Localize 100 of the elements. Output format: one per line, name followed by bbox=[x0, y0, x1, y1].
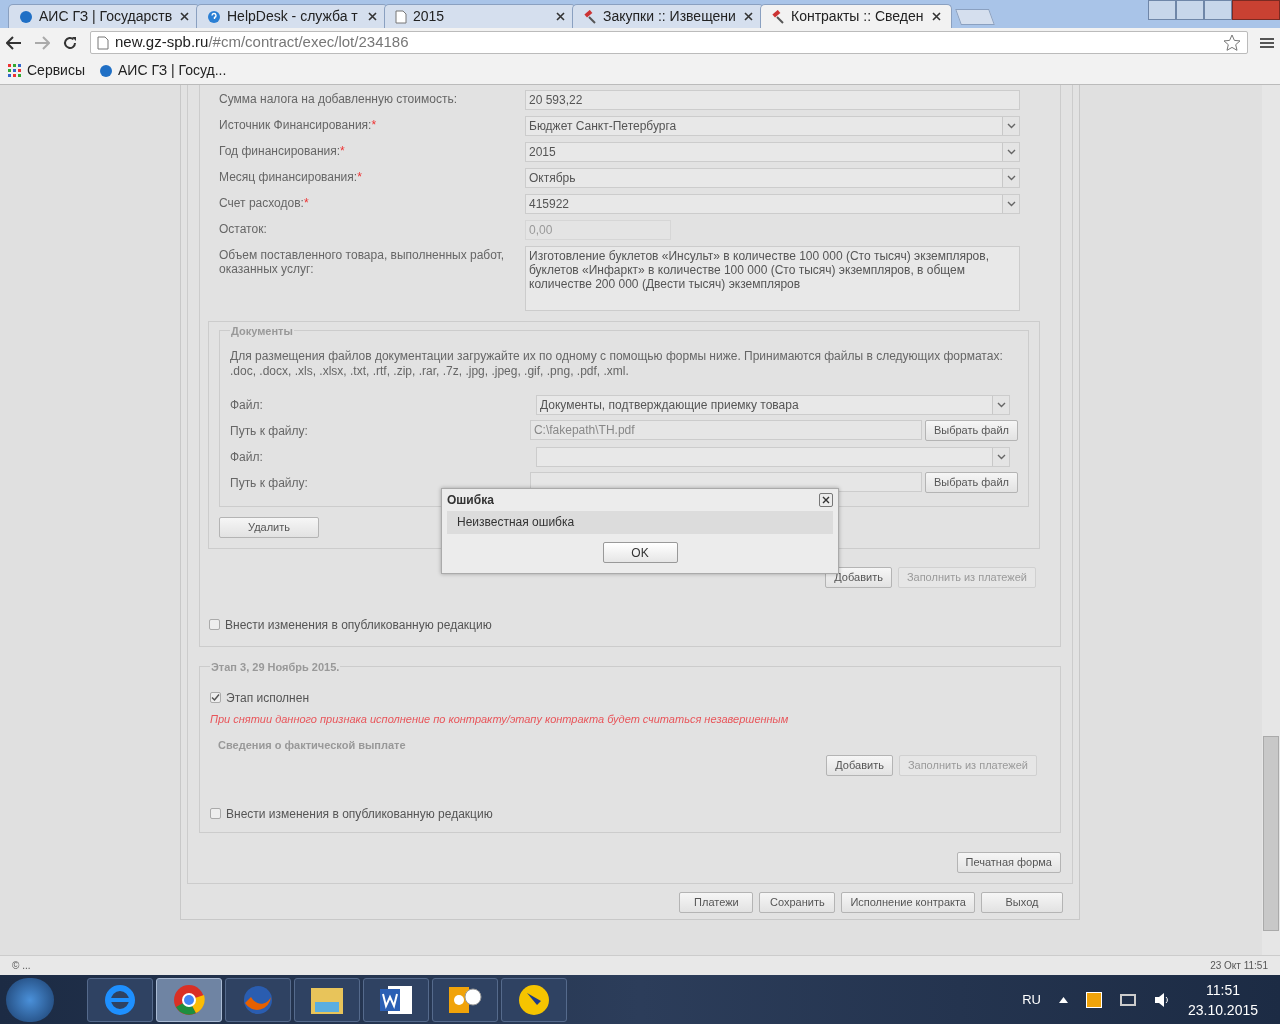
caret-icon bbox=[1006, 175, 1016, 181]
scrollbar[interactable] bbox=[1262, 85, 1280, 955]
close-button[interactable] bbox=[819, 493, 833, 507]
field-label: Счет расходов:* bbox=[219, 195, 310, 210]
checkbox-label: Внести изменения в опубликованную редакцию bbox=[225, 616, 492, 634]
field-label: Объем поставленного товара, выполненных работ, оказанных услуг: bbox=[219, 247, 506, 276]
language-indicator[interactable]: RU bbox=[1022, 989, 1041, 1010]
taskbar-app[interactable] bbox=[156, 977, 222, 1022]
tray-app-icon[interactable] bbox=[1085, 991, 1102, 1008]
form-button[interactable]: Исполнение контракта bbox=[841, 892, 975, 913]
checkbox-label: Внести изменения в опубликованную редакцию bbox=[226, 805, 493, 823]
select-field[interactable]: 415922 bbox=[525, 194, 1020, 214]
page-icon bbox=[97, 35, 109, 50]
dropdown-toggle[interactable] bbox=[1002, 169, 1019, 187]
tab-title: Контракты :: Сведен bbox=[791, 7, 925, 26]
caret-icon bbox=[996, 453, 1006, 460]
dialog-title: Ошибка bbox=[447, 492, 494, 509]
caret-icon bbox=[1006, 201, 1016, 207]
status-date: 23 Окт 11:51 bbox=[1210, 959, 1268, 973]
close-icon[interactable] bbox=[180, 12, 189, 21]
form-button[interactable]: Выбрать файл bbox=[924, 420, 1018, 441]
pen-icon bbox=[517, 982, 551, 1017]
text-field[interactable]: 20 593,22 bbox=[525, 90, 1020, 110]
field-label: Сумма налога на добавленную стоимость: bbox=[219, 91, 458, 106]
minimize-button[interactable] bbox=[1176, 0, 1204, 20]
clock-time: 11:51 bbox=[1205, 980, 1240, 1000]
tab-title: HelpDesk - служба т bbox=[227, 7, 359, 26]
browser-tab[interactable]: Контракты :: Сведен bbox=[760, 4, 952, 28]
checkbox[interactable] bbox=[210, 808, 221, 819]
dropdown-toggle[interactable] bbox=[992, 395, 1009, 414]
field-label: Путь к файлу: bbox=[230, 474, 309, 492]
gavel-icon bbox=[771, 9, 785, 24]
tab-title: 2015 bbox=[413, 7, 446, 26]
select-field[interactable]: Октябрь bbox=[525, 168, 1020, 188]
taskbar-app[interactable] bbox=[363, 977, 429, 1022]
field-label: Год финансирования:* bbox=[219, 143, 346, 158]
dropdown-toggle[interactable] bbox=[1002, 117, 1019, 135]
form-button[interactable]: Добавить bbox=[825, 566, 892, 588]
dropdown-toggle[interactable] bbox=[1002, 195, 1019, 213]
form-button[interactable]: Удалить bbox=[219, 516, 319, 538]
dialog-message: Неизвестная ошибка bbox=[447, 511, 833, 534]
page-icon bbox=[395, 9, 407, 24]
select-field[interactable]: 2015 bbox=[525, 142, 1020, 162]
sphere-icon bbox=[19, 9, 33, 24]
caret-icon bbox=[1006, 123, 1016, 129]
field-label: Месяц финансирования:* bbox=[219, 169, 363, 184]
field-label: Путь к файлу: bbox=[230, 422, 309, 440]
user-button[interactable] bbox=[1148, 0, 1176, 20]
select-field[interactable]: Бюджет Санкт-Петербурга bbox=[525, 116, 1020, 136]
taskbar-app[interactable] bbox=[432, 977, 498, 1022]
bookmark[interactable]: Сервисы bbox=[8, 60, 85, 81]
help-icon bbox=[207, 9, 221, 24]
gavel-icon bbox=[583, 9, 597, 24]
checkbox-label: Этап исполнен bbox=[226, 689, 310, 707]
address-bar[interactable]: new.gz-spb.ru/#cm/contract/exec/lot/234186 bbox=[90, 31, 1248, 54]
sphere-icon bbox=[99, 63, 113, 78]
maximize-button[interactable] bbox=[1204, 0, 1232, 20]
form-button[interactable]: Печатная форма bbox=[956, 852, 1061, 873]
warning-text: При снятии данного признака исполнение по контракту/этапу контракта будет считаться незавершенным bbox=[210, 711, 790, 727]
field-label: Остаток: bbox=[219, 221, 268, 236]
close-icon[interactable] bbox=[932, 12, 941, 21]
back-icon[interactable] bbox=[6, 35, 22, 50]
stage-legend: Этап 3, 29 Ноябрь 2015. bbox=[210, 659, 341, 676]
form-button[interactable]: Платежи bbox=[679, 892, 754, 913]
clock-date: 23.10.2015 bbox=[1187, 1000, 1258, 1020]
close-icon[interactable] bbox=[556, 12, 565, 21]
start-button[interactable] bbox=[6, 977, 54, 1022]
dropdown-toggle[interactable] bbox=[1002, 143, 1019, 161]
select-field[interactable]: Документы, подтверждающие приемку товара bbox=[536, 394, 1010, 415]
text-area[interactable]: Изготовление буклетов «Инсульт» в количестве 100 000 (Сто тысяч) экземпляров, буклетов «Инфаркт» в количестве 100 000 (Сто тысяч) экземпляров, в общем количестве 200 000 (Двести тысяч) экземпляров bbox=[525, 246, 1020, 311]
taskbar-app[interactable] bbox=[294, 977, 360, 1022]
reload-icon[interactable] bbox=[62, 34, 78, 51]
close-icon[interactable] bbox=[368, 12, 377, 21]
caret-icon bbox=[996, 401, 1006, 408]
form-button[interactable]: Выбрать файл bbox=[924, 472, 1018, 493]
checkbox[interactable] bbox=[209, 619, 220, 631]
checkbox[interactable] bbox=[210, 692, 221, 703]
documents-note: Для размещения файлов документации загружайте их по одному с помощью формы ниже. Принимаются файлы в следующих форматах: .doc, .docx, .xls, .xlsx, .txt, .rtf, .zip, .rar, .7z, .jpg, .jpeg, .gif, .png, .pdf, .xml. bbox=[230, 348, 1004, 379]
field-label: Файл: bbox=[230, 448, 264, 466]
tab-title: АИС ГЗ | Государств bbox=[39, 7, 174, 26]
select-field[interactable] bbox=[536, 446, 1010, 467]
form-button[interactable]: Добавить bbox=[826, 754, 893, 776]
tray-arrow-icon[interactable] bbox=[1058, 996, 1068, 1003]
menu-icon[interactable] bbox=[1260, 36, 1274, 49]
form-button[interactable]: Сохранить bbox=[759, 892, 836, 913]
dropdown-toggle[interactable] bbox=[992, 447, 1009, 466]
field-label: Источник Финансирования:* bbox=[219, 117, 378, 132]
form-button[interactable]: Выход bbox=[981, 892, 1063, 913]
status-text: © ... bbox=[12, 959, 31, 973]
speaker-icon[interactable] bbox=[1153, 991, 1170, 1008]
star-icon[interactable] bbox=[1223, 33, 1241, 52]
address-text: new.gz-spb.ru/#cm/contract/exec/lot/234186 bbox=[115, 32, 410, 53]
bookmark[interactable]: АИС ГЗ | Госуд... bbox=[99, 60, 227, 81]
ok-button[interactable]: OK bbox=[602, 542, 678, 563]
tab-title: Закупки :: Извещени bbox=[603, 7, 737, 26]
caret-icon bbox=[1006, 149, 1016, 155]
close-icon[interactable] bbox=[744, 12, 753, 21]
taskbar-app[interactable] bbox=[501, 977, 567, 1022]
section-title: Сведения о фактической выплате bbox=[218, 738, 407, 753]
field-label: Файл: bbox=[230, 396, 264, 414]
